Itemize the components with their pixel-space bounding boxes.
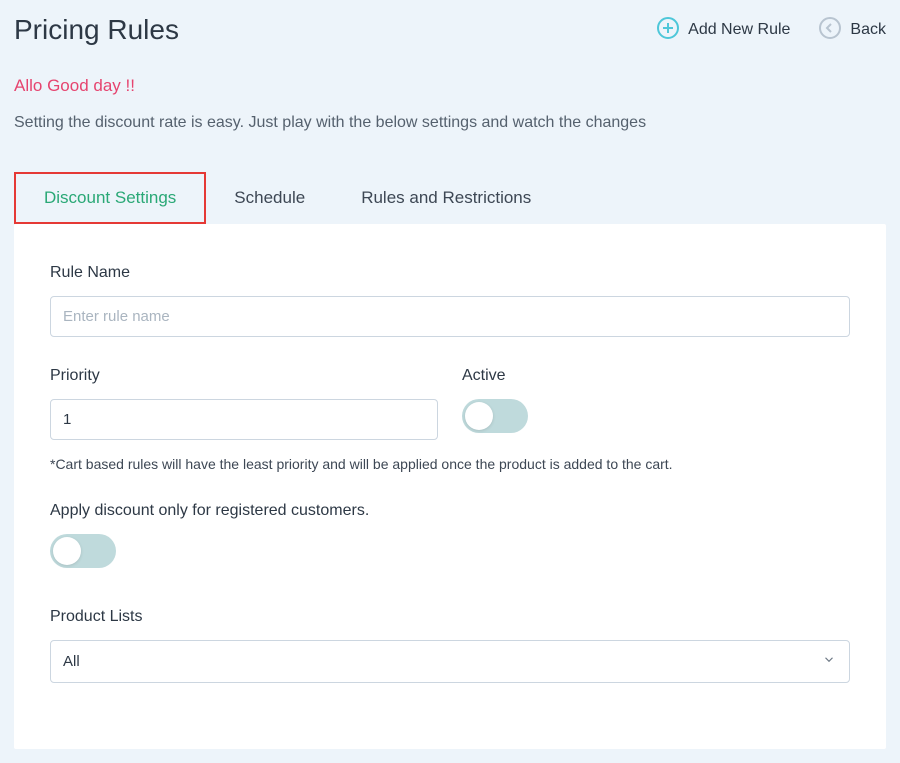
priority-label: Priority xyxy=(50,367,438,385)
add-new-rule-button[interactable]: Add New Rule xyxy=(656,16,790,45)
plus-circle-icon xyxy=(656,16,680,45)
priority-note: *Cart based rules will have the least pr… xyxy=(50,456,850,472)
tabs: Discount Settings Schedule Rules and Res… xyxy=(14,172,886,224)
registered-customers-label: Apply discount only for registered custo… xyxy=(50,502,850,520)
rule-name-label: Rule Name xyxy=(50,264,850,282)
settings-panel: Rule Name Priority Active *Cart based ru… xyxy=(14,224,886,749)
tab-schedule[interactable]: Schedule xyxy=(206,172,333,224)
intro-text: Setting the discount rate is easy. Just … xyxy=(14,114,886,132)
rule-name-input[interactable] xyxy=(50,296,850,337)
back-button[interactable]: Back xyxy=(818,16,886,45)
chevron-left-circle-icon xyxy=(818,16,842,45)
product-lists-label: Product Lists xyxy=(50,608,850,626)
greeting-text: Allo Good day !! xyxy=(14,76,886,96)
tab-rules-restrictions[interactable]: Rules and Restrictions xyxy=(333,172,559,224)
toggle-knob-icon xyxy=(53,537,81,565)
header-actions: Add New Rule Back xyxy=(656,16,886,45)
back-label: Back xyxy=(850,21,886,39)
active-label: Active xyxy=(462,367,850,385)
toggle-knob-icon xyxy=(465,402,493,430)
priority-input[interactable] xyxy=(50,399,438,440)
tab-discount-settings[interactable]: Discount Settings xyxy=(14,172,206,224)
product-lists-select[interactable]: All xyxy=(50,640,850,683)
page-title: Pricing Rules xyxy=(14,14,179,46)
registered-customers-toggle[interactable] xyxy=(50,534,116,568)
add-new-rule-label: Add New Rule xyxy=(688,21,790,39)
active-toggle[interactable] xyxy=(462,399,528,433)
